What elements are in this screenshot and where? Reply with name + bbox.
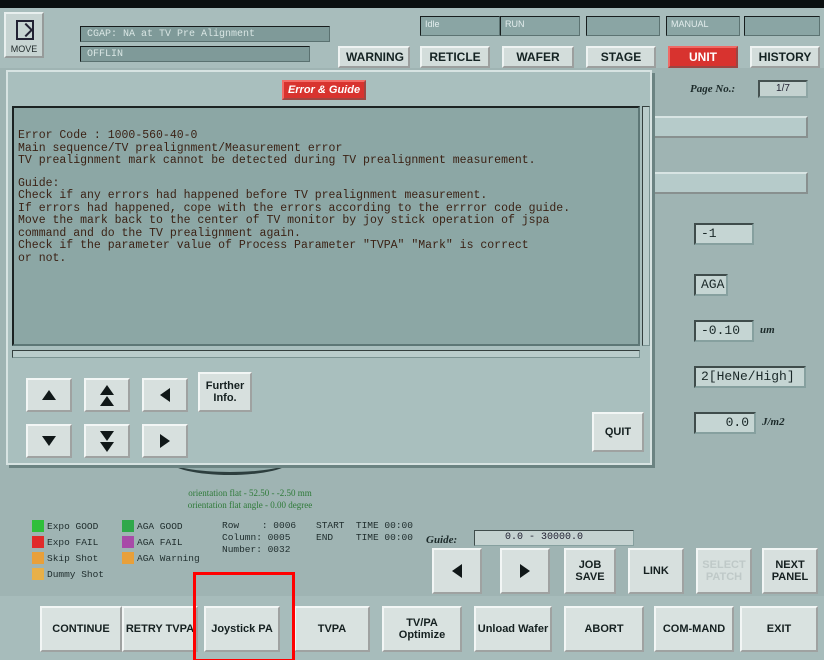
error-description-line: TV prealignment mark cannot be detected … — [18, 154, 536, 167]
status-field-line: OFFLIN — [80, 46, 310, 62]
guide-range-value: 0.0 - 30000.0 — [474, 530, 634, 546]
move-button[interactable]: MOVE — [4, 12, 44, 58]
page-down-button[interactable] — [84, 424, 130, 458]
further-info-button[interactable]: Further Info. — [198, 372, 252, 412]
right-field-2[interactable] — [650, 172, 808, 194]
value-field-1[interactable]: -1 — [694, 223, 754, 245]
exposure-tool-screen: MOVE CGAP: NA at TV Pre Alignment OFFLIN… — [0, 8, 824, 660]
start-time: START TIME 00:00 — [316, 520, 413, 531]
legend-swatch — [32, 536, 44, 548]
dialog-title: Error & Guide — [282, 80, 366, 100]
legend-swatch — [122, 520, 134, 532]
reticle-button[interactable]: RETICLE — [420, 46, 490, 68]
mode-cell-run: RUN — [500, 16, 580, 36]
right-arrow-icon — [520, 564, 530, 578]
legend-swatch — [32, 520, 44, 532]
legend-dummy-shot: Dummy Shot — [32, 568, 104, 580]
move-icon — [16, 20, 34, 40]
error-message-area: Error Code : 1000-560-40-0 Main sequence… — [12, 106, 640, 346]
abort-button[interactable]: ABORT — [564, 606, 644, 652]
page-value: 1/7 — [758, 80, 808, 98]
link-button[interactable]: LINK — [628, 548, 684, 594]
value-field-3[interactable]: -0.10 — [694, 320, 754, 342]
legend-expo-fail: Expo FAIL — [32, 536, 98, 548]
command-button[interactable]: COM-MAND — [654, 606, 734, 652]
guide-line: Check if any errors had happened before … — [18, 189, 488, 202]
guide-line: Check if the parameter value of Process … — [18, 239, 529, 252]
unit-button[interactable]: UNIT — [668, 46, 738, 68]
unit-label-jm2: J/m2 — [762, 416, 785, 428]
legend-swatch — [32, 552, 44, 564]
joystick-pa-button[interactable]: Joystick PA — [204, 606, 280, 652]
left-arrow-icon — [452, 564, 462, 578]
move-label: MOVE — [10, 44, 38, 54]
continue-button[interactable]: CONTINUE — [40, 606, 122, 652]
page-indicator: Page No.: 1/7 — [650, 80, 820, 100]
page-label: Page No.: — [690, 83, 736, 95]
guide-line: Move the mark back to the center of TV m… — [18, 214, 550, 227]
orientation-flat-text: orientation flat - 52.50 - -2.50 mm — [188, 488, 312, 498]
scroll-up-button[interactable] — [26, 378, 72, 412]
stage-button[interactable]: STAGE — [586, 46, 656, 68]
error-code-line: Error Code : 1000-560-40-0 — [18, 129, 198, 142]
warning-button[interactable]: WARNING — [338, 46, 410, 68]
value-field-5[interactable]: 0.0 — [694, 412, 756, 434]
function-bar: CONTINUE RETRY TVPA Joystick PA TVPA TV/… — [0, 596, 824, 660]
page-up-button[interactable] — [84, 378, 130, 412]
end-time: END TIME 00:00 — [316, 532, 413, 543]
scroll-left-button[interactable] — [432, 548, 482, 594]
tvpa-button[interactable]: TVPA — [294, 606, 370, 652]
right-field-1[interactable] — [650, 116, 808, 138]
wafer-button[interactable]: WAFER — [502, 46, 574, 68]
error-guide-dialog: Error & Guide Error Code : 1000-560-40-0… — [6, 70, 652, 465]
mode-cell-state: Idle — [420, 16, 500, 36]
quit-button[interactable]: QUIT — [592, 412, 644, 452]
legend-aga-good: AGA GOOD — [122, 520, 183, 532]
legend-swatch — [32, 568, 44, 580]
down-arrow-icon — [42, 436, 56, 446]
horizontal-scrollbar[interactable] — [12, 350, 640, 358]
tvpa-optimize-button[interactable]: TV/PA Optimize — [382, 606, 462, 652]
legend-skip-shot: Skip Shot — [32, 552, 98, 564]
legend-expo-good: Expo GOOD — [32, 520, 98, 532]
orientation-angle-text: orientation flat angle - 0.00 degree — [187, 500, 313, 510]
value-field-4[interactable]: 2[HeNe/High] — [694, 366, 806, 388]
shot-info-panel: Expo GOOD AGA GOOD Expo FAIL AGA FAIL Sk… — [24, 520, 420, 600]
mode-cell-manual: MANUAL — [666, 16, 740, 36]
unload-wafer-button[interactable]: Unload Wafer — [474, 606, 552, 652]
mode-cell-extra — [744, 16, 820, 36]
number-value: Number: 0032 — [222, 544, 291, 555]
legend-aga-warning: AGA Warning — [122, 552, 200, 564]
next-panel-button[interactable]: NEXT PANEL — [762, 548, 818, 594]
exit-button[interactable]: EXIT — [740, 606, 818, 652]
top-bar: MOVE CGAP: NA at TV Pre Alignment OFFLIN… — [0, 8, 824, 68]
retry-tvpa-button[interactable]: RETRY TVPA — [122, 606, 198, 652]
unit-label-um: um — [760, 324, 775, 336]
value-field-2[interactable]: AGA — [694, 274, 728, 296]
scroll-down-button[interactable] — [26, 424, 72, 458]
double-up-arrow-icon — [100, 384, 114, 406]
double-down-arrow-icon — [100, 430, 114, 452]
select-patch-button[interactable]: SELECT PATCH — [696, 548, 752, 594]
legend-swatch — [122, 536, 134, 548]
job-save-button[interactable]: JOB SAVE — [564, 548, 616, 594]
up-arrow-icon — [42, 390, 56, 400]
left-arrow-icon — [160, 388, 170, 402]
guide-line: or not. — [18, 251, 67, 265]
column-value: Column: 0005 — [222, 532, 291, 543]
right-arrow-icon — [160, 434, 170, 448]
legend-swatch — [122, 552, 134, 564]
legend-aga-fail: AGA FAIL — [122, 536, 183, 548]
history-button[interactable]: HISTORY — [750, 46, 820, 68]
vertical-scrollbar[interactable] — [642, 106, 650, 346]
status-field-job: CGAP: NA at TV Pre Alignment — [80, 26, 330, 42]
scroll-left-button[interactable] — [142, 378, 188, 412]
scroll-right-button[interactable] — [142, 424, 188, 458]
scroll-right-button[interactable] — [500, 548, 550, 594]
mode-cell-blank — [586, 16, 660, 36]
row-value: Row : 0006 — [222, 520, 297, 531]
guide-range-label: Guide: — [426, 534, 458, 546]
